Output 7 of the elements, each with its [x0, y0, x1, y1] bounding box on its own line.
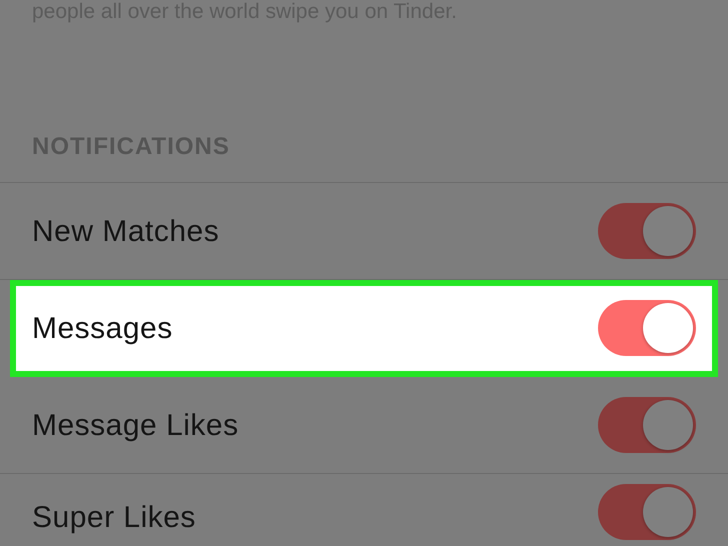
setting-row[interactable]: Messages: [10, 280, 718, 377]
setting-label: Super Likes: [32, 500, 196, 536]
setting-row[interactable]: Super Likes: [0, 474, 728, 544]
setting-label: Messages: [32, 310, 173, 346]
setting-label: New Matches: [32, 214, 220, 250]
setting-label: Message Likes: [32, 408, 239, 444]
setting-row[interactable]: Message Likes: [0, 377, 728, 474]
